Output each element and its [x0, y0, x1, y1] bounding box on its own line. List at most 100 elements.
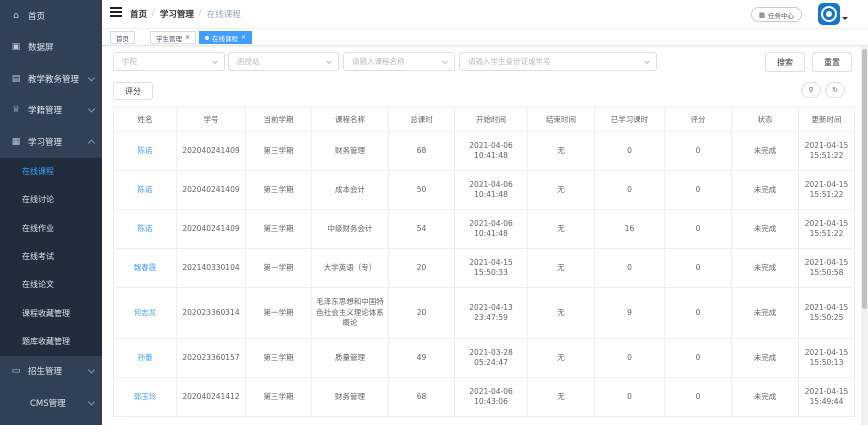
- table-cell: 2021-04-13 23:47:59: [454, 287, 528, 339]
- grid-icon: ▦: [758, 10, 765, 19]
- table-cell: 0: [664, 377, 732, 417]
- sidebar-item-status[interactable]: ♕ 学籍管理: [0, 95, 102, 127]
- task-center-button[interactable]: ▦ 任务中心: [750, 7, 802, 22]
- column-header: 开始时间: [454, 107, 528, 132]
- table-cell: 无: [527, 209, 595, 249]
- search-icon: ⚲: [808, 86, 814, 94]
- close-icon[interactable]: ×: [241, 34, 246, 41]
- table-row[interactable]: 陈诺 202040241409 第三学期 中级财务会计 54 2021-04-06 10:…: [113, 209, 855, 249]
- chevron-down-icon: [87, 105, 96, 113]
- vertical-scrollbar[interactable]: [861, 46, 868, 425]
- sidebar-subitem-question-favorites[interactable]: 题库收藏管理: [0, 327, 102, 355]
- table-cell: 未完成: [731, 377, 799, 417]
- table-cell: 质量管理: [311, 338, 389, 378]
- student-id-input[interactable]: 请输入学生身份证或学号: [459, 52, 657, 71]
- chevron-up-icon: [87, 139, 96, 147]
- table-row[interactable]: 孙蕾 202023360157 第三学期 质量管理 49 2021-03-28 05:24…: [113, 338, 855, 378]
- student-name-link[interactable]: 陈诺: [113, 170, 177, 210]
- course-select[interactable]: 请输入课程名称: [343, 52, 455, 71]
- table-cell: 财务管理: [311, 131, 389, 171]
- search-button[interactable]: 搜索: [765, 52, 805, 72]
- table-cell: 0: [664, 248, 732, 288]
- sidebar-item-cms[interactable]: CMS管理: [0, 387, 102, 419]
- reset-button[interactable]: 重置: [812, 52, 852, 72]
- table-cell: 20: [388, 248, 455, 288]
- student-name-link[interactable]: 陈诺: [113, 131, 177, 171]
- table-cell: 68: [388, 377, 455, 417]
- student-name-link[interactable]: 孙蕾: [113, 338, 177, 378]
- chevron-down-icon: [326, 57, 332, 64]
- book-icon: ▦: [11, 136, 21, 147]
- chevron-down-icon: [87, 366, 96, 374]
- table-cell: 未完成: [731, 131, 799, 171]
- sidebar-item-teaching[interactable]: ▤ 教学教务管理: [0, 63, 102, 95]
- caret-down-icon[interactable]: [842, 17, 848, 20]
- table-cell: 2021-04-15 15:51:22: [798, 131, 855, 171]
- breadcrumb: 首页 / 学习管理 / 在线课程: [130, 8, 241, 20]
- search-toggle-button[interactable]: ⚲: [801, 82, 821, 98]
- close-icon[interactable]: ×: [185, 34, 190, 41]
- student-id-placeholder: 请输入学生身份证或学号: [468, 57, 551, 66]
- chevron-down-icon: [212, 57, 218, 64]
- column-header: 总课时: [388, 107, 455, 132]
- student-name-link[interactable]: 魏春霞: [113, 248, 177, 288]
- sidebar-subitem-online-course[interactable]: 在线课程: [0, 158, 102, 186]
- sidebar-subitem-online-exam[interactable]: 在线考试: [0, 242, 102, 270]
- table-cell: 2021-04-15 15:51:22: [798, 209, 855, 249]
- tag-student-management[interactable]: 学生管理 ×: [150, 31, 197, 44]
- table-row[interactable]: 魏春霞 202140330104 第一学期 大学英语（专） 20 2021-04-15 1…: [113, 248, 855, 288]
- table-cell: 第三学期: [245, 377, 312, 417]
- sidebar-item-datascreen[interactable]: ▣ 数据屏: [0, 32, 102, 64]
- tag-label: 首页: [116, 34, 129, 43]
- column-header: 状态: [731, 107, 799, 132]
- breadcrumb-item[interactable]: 学习管理: [160, 8, 194, 20]
- table-cell: 第一学期: [245, 287, 312, 339]
- student-name-link[interactable]: 陈诺: [113, 209, 177, 249]
- column-header: 当前学期: [245, 107, 312, 132]
- table-cell: 成本会计: [311, 170, 389, 210]
- avatar[interactable]: [818, 3, 840, 25]
- table-cell: 财务管理: [311, 377, 389, 417]
- table-row[interactable]: 陈诺 202040241409 第三学期 成本会计 50 2021-04-06 10:41…: [113, 170, 855, 210]
- table-cell: 2021-04-15 15:50:25: [798, 287, 855, 339]
- sidebar-subitem-online-thesis[interactable]: 在线论文: [0, 271, 102, 299]
- breadcrumb-item[interactable]: 首页: [130, 8, 147, 20]
- table-cell: 第三学期: [245, 131, 312, 171]
- table-cell: 0: [594, 338, 665, 378]
- table-cell: 毛泽东思想和中国特色社会主义理论体系概论: [311, 287, 389, 339]
- table-cell: 2021-04-15 15:50:58: [798, 248, 855, 288]
- refresh-button[interactable]: ↻: [825, 82, 845, 98]
- sidebar-subitem-label: 课程收藏管理: [22, 308, 70, 318]
- sidebar-subitem-course-favorites[interactable]: 课程收藏管理: [0, 299, 102, 327]
- sidebar-submenu: 在线课程 在线讨论 在线作业 在线考试 在线论文 课程收藏管理 题库收藏管理: [0, 157, 102, 356]
- printer-icon: ▤: [11, 73, 21, 84]
- table-row[interactable]: 郭玉玲 202040241412 第三学期 财务管理 68 2021-04-06 10:4…: [113, 377, 855, 417]
- scrollbar-thumb[interactable]: [862, 49, 867, 309]
- hamburger-icon[interactable]: [110, 7, 122, 17]
- table-cell: 无: [527, 338, 595, 378]
- table-cell: 202140330104: [176, 248, 246, 288]
- student-name-link[interactable]: 何志龙: [113, 287, 177, 339]
- table-row[interactable]: 陈诺 202040241409 第三学期 财务管理 68 2021-04-06 10:41…: [113, 131, 855, 171]
- table-cell: 0: [594, 248, 665, 288]
- table-row[interactable]: 何志龙 202023360314 第一学期 毛泽东思想和中国特色社会主义理论体系概论 2…: [113, 287, 855, 339]
- table-cell: 第三学期: [245, 170, 312, 210]
- active-dot-icon: [205, 35, 209, 40]
- college-select[interactable]: 学院: [113, 52, 225, 71]
- search-button-label: 搜索: [777, 57, 793, 67]
- sidebar-item-home[interactable]: ⌂ 首页: [0, 0, 102, 32]
- task-center-label: 任务中心: [768, 11, 794, 20]
- student-name-link[interactable]: 郭玉玲: [113, 377, 177, 417]
- table-cell: 第一学期: [245, 248, 312, 288]
- navbar: 首页 / 学习管理 / 在线课程 ▦ 任务中心: [102, 0, 868, 29]
- tag-home[interactable]: 首页: [110, 31, 135, 44]
- sidebar-subitem-online-homework[interactable]: 在线作业: [0, 214, 102, 242]
- sidebar-subitem-online-discussion[interactable]: 在线讨论: [0, 186, 102, 214]
- column-header: 学号: [176, 107, 246, 132]
- sidebar-item-enrollment[interactable]: ▭ 招生管理: [0, 356, 102, 388]
- tag-online-course[interactable]: 在线课程 ×: [199, 31, 253, 44]
- table-cell: 202023360314: [176, 287, 246, 339]
- score-button[interactable]: 评分: [113, 82, 153, 100]
- station-select[interactable]: 函授站: [228, 52, 339, 71]
- sidebar-item-learning[interactable]: ▦ 学习管理: [0, 126, 102, 158]
